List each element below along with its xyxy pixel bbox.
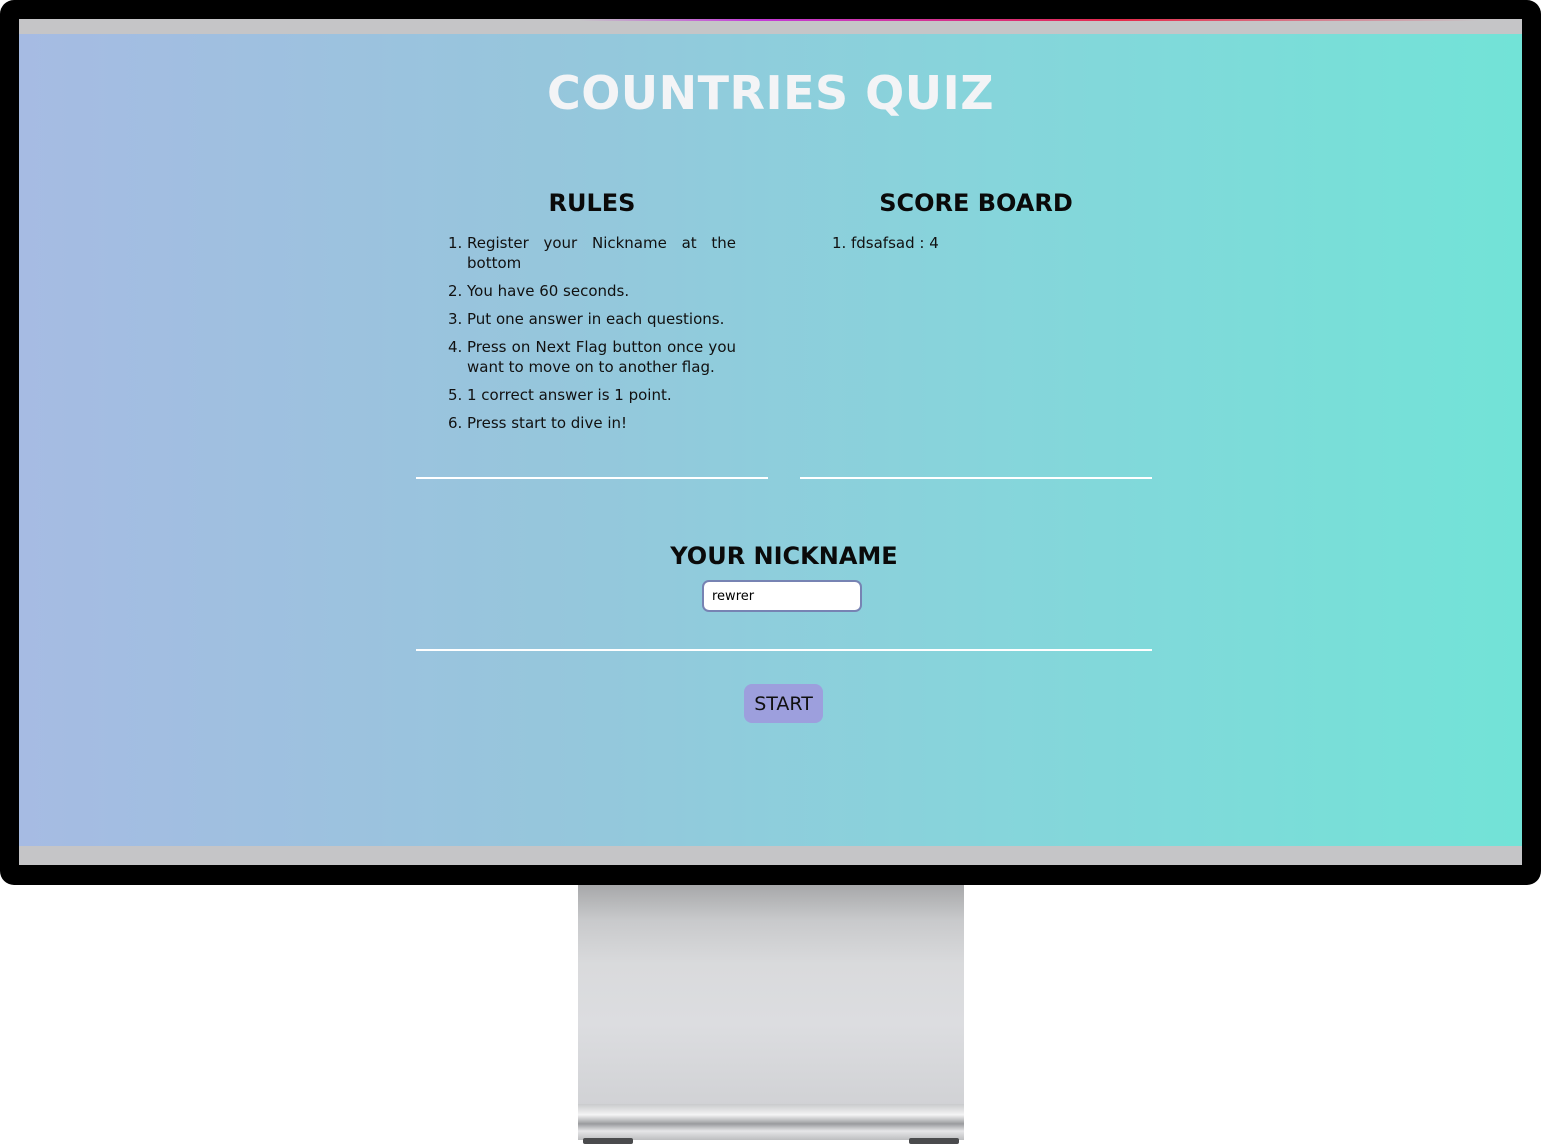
rules-list: 1. Register your Nickname at the bottom 2… bbox=[448, 233, 736, 433]
score-text: fdsafsad : 4 bbox=[851, 234, 939, 252]
rule-number: 5. bbox=[448, 386, 463, 404]
rule-number: 6. bbox=[448, 414, 463, 432]
nickname-section: YOUR NICKNAME bbox=[416, 542, 1152, 651]
rule-item: 2. You have 60 seconds. bbox=[448, 281, 736, 301]
rules-heading: RULES bbox=[548, 189, 636, 217]
monitor-stand-base bbox=[578, 1104, 964, 1140]
monitor-stand bbox=[578, 880, 964, 1120]
scoreboard-heading: SCORE BOARD bbox=[879, 189, 1073, 217]
rule-number: 4. bbox=[448, 338, 463, 356]
rule-item: 1. Register your Nickname at the bottom bbox=[448, 233, 736, 273]
rule-item: 6. Press start to dive in! bbox=[448, 413, 736, 433]
rule-number: 1. bbox=[448, 234, 463, 252]
rule-item: 5. 1 correct answer is 1 point. bbox=[448, 385, 736, 405]
score-entry: 1. fdsafsad : 4 bbox=[832, 233, 1120, 253]
monitor-scene: COUNTRIES QUIZ RULES 1. Register your Nic… bbox=[0, 0, 1541, 1144]
rule-text: Press on Next Flag button once you want … bbox=[467, 338, 736, 376]
rule-text: 1 correct answer is 1 point. bbox=[467, 386, 672, 404]
start-button[interactable]: START bbox=[744, 684, 823, 723]
screen-edge-highlight bbox=[579, 19, 1479, 21]
monitor-foot-left bbox=[583, 1138, 633, 1144]
monitor-bezel: COUNTRIES QUIZ RULES 1. Register your Nic… bbox=[0, 0, 1541, 885]
rules-panel: RULES 1. Register your Nickname at the bo… bbox=[416, 189, 768, 479]
quiz-page: COUNTRIES QUIZ RULES 1. Register your Nic… bbox=[19, 34, 1522, 846]
rule-item: 4. Press on Next Flag button once you wan… bbox=[448, 337, 736, 377]
nickname-input[interactable] bbox=[702, 580, 862, 612]
score-rank: 1. bbox=[832, 234, 847, 252]
monitor-screen: COUNTRIES QUIZ RULES 1. Register your Nic… bbox=[19, 19, 1522, 865]
rule-text: You have 60 seconds. bbox=[467, 282, 630, 300]
rule-text: Press start to dive in! bbox=[467, 414, 628, 432]
rule-number: 2. bbox=[448, 282, 463, 300]
rule-item: 3. Put one answer in each questions. bbox=[448, 309, 736, 329]
monitor-foot-right bbox=[909, 1138, 959, 1144]
rule-text: Register your Nickname at the bottom bbox=[467, 234, 736, 272]
rule-text: Put one answer in each questions. bbox=[467, 310, 725, 328]
rule-number: 3. bbox=[448, 310, 463, 328]
nickname-heading: YOUR NICKNAME bbox=[670, 542, 898, 570]
page-title: COUNTRIES QUIZ bbox=[546, 66, 995, 120]
scoreboard-panel: SCORE BOARD 1. fdsafsad : 4 bbox=[800, 189, 1152, 479]
scoreboard-list: 1. fdsafsad : 4 bbox=[832, 233, 1120, 253]
